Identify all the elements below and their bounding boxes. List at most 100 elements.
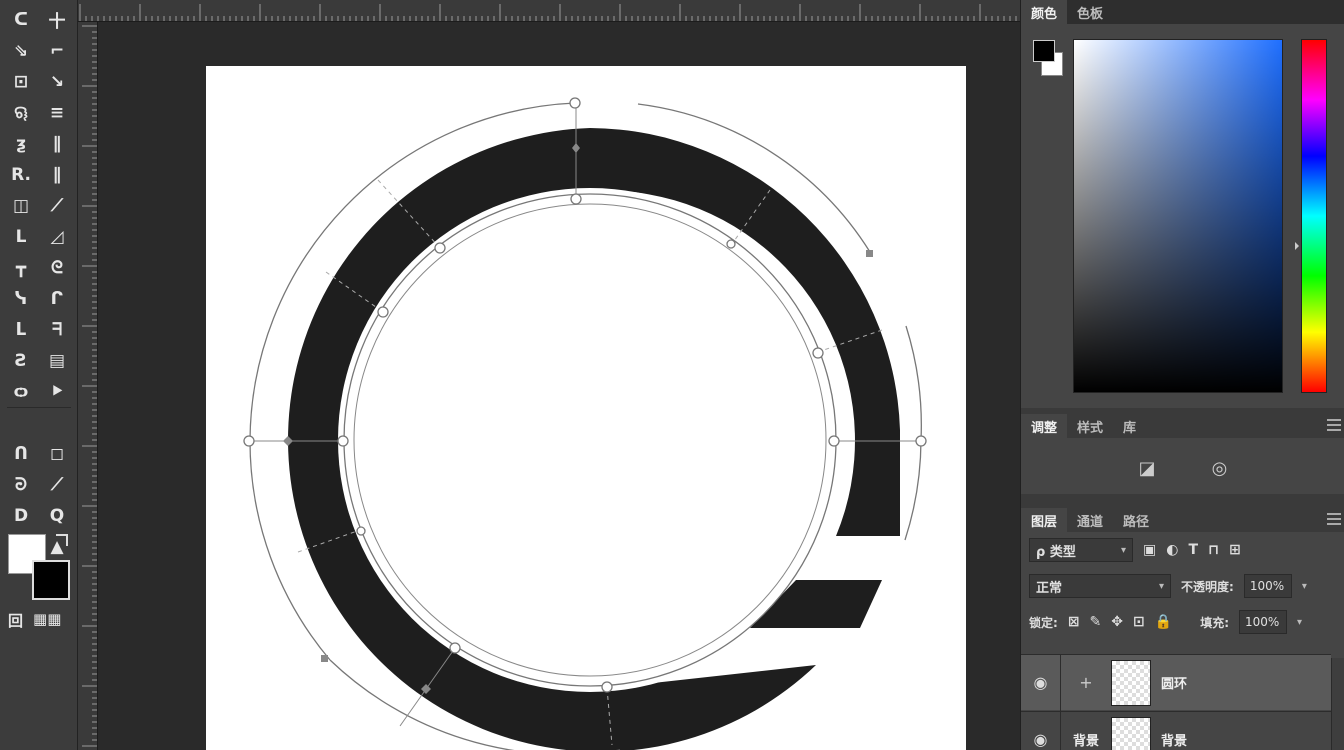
marquee-tool[interactable]: ⊡	[3, 66, 39, 97]
tab-adjustments[interactable]: 调整	[1021, 414, 1068, 438]
anchor-point	[570, 193, 582, 205]
quick-select-tool[interactable]: ୠ	[3, 97, 39, 128]
ellipse-tool[interactable]: ◻	[39, 438, 75, 469]
panel-foreground-swatch[interactable]	[1033, 40, 1055, 62]
fill-dropdown-icon[interactable]: ▾	[1297, 617, 1307, 628]
horizontal-ruler[interactable]	[78, 0, 1020, 22]
pencil-tool[interactable]: ∥	[39, 159, 75, 190]
right-panels: 颜色 色板 调整 样式 库 ◪ ◎ 图层 通道 路径 ρ 类型 ▾ ▣ ◐ T …	[1020, 0, 1344, 750]
eye-icon[interactable]: ◉	[1021, 711, 1061, 750]
layer-name[interactable]: 圆环	[1161, 673, 1187, 692]
color-picker-field[interactable]	[1073, 39, 1283, 393]
tab-channels[interactable]: 通道	[1067, 508, 1113, 532]
path-select-tool[interactable]: ѻ	[3, 376, 39, 407]
brush-tool[interactable]: R.	[3, 159, 39, 190]
ruler-ticks-top	[79, 4, 1017, 21]
anchor-point	[434, 242, 446, 254]
tab-styles[interactable]: 样式	[1067, 414, 1113, 438]
anchor-point	[601, 681, 613, 693]
layer-thumbnail	[1111, 659, 1151, 706]
anchor-point	[243, 435, 255, 447]
tab-layers[interactable]: 图层	[1021, 508, 1068, 532]
rectangle-tool[interactable]: ᑎ	[3, 438, 39, 469]
anchor-point	[377, 306, 389, 318]
gradient-tool[interactable]: ┳	[3, 252, 39, 283]
layers-panel: 图层 通道 路径 ρ 类型 ▣ ◐ T ⊓ ⊞ 正常 不透明度: 100% ▾ …	[1021, 508, 1344, 750]
tab-paths[interactable]: 路径	[1113, 508, 1159, 532]
opacity-dropdown-icon[interactable]: ▾	[1302, 581, 1312, 592]
lock-position-icon[interactable]: ✥	[1111, 614, 1123, 630]
eraser-tool[interactable]: L	[3, 221, 39, 252]
ruler-tool[interactable]: ∥	[39, 128, 75, 159]
layer-name[interactable]: 背景	[1161, 730, 1187, 749]
layers-panel-tabs: 图层 通道 路径	[1021, 508, 1344, 532]
clone-stamp-tool[interactable]: ◫	[3, 190, 39, 221]
zoom-out-tool[interactable]: Q	[39, 500, 75, 531]
lock-artboard-icon[interactable]: ⊡	[1133, 614, 1145, 630]
tab-color[interactable]: 颜色	[1021, 0, 1068, 24]
eyedropper-tool[interactable]: ≡	[39, 97, 75, 128]
link-icon: +	[1079, 673, 1093, 692]
rotate-view-tool[interactable]: ⟋	[39, 469, 75, 500]
opacity-label: 不透明度:	[1181, 579, 1234, 594]
lock-transparency-icon[interactable]: ⊠	[1068, 614, 1080, 630]
filter-smart-object-icon[interactable]: ⊞	[1229, 542, 1241, 558]
anchor-point	[356, 526, 366, 536]
quick-mask-icon[interactable]: 回	[8, 610, 23, 631]
zoom-tool[interactable]: D	[3, 500, 39, 531]
slice-tool[interactable]: ↘	[39, 66, 75, 97]
color-panel: 颜色 色板	[1021, 0, 1344, 408]
lasso-tool[interactable]: ᑕ	[3, 4, 39, 35]
fill-input[interactable]: 100%	[1239, 610, 1287, 634]
ring-artwork[interactable]	[98, 22, 1020, 750]
anchor-point	[449, 642, 461, 654]
ruler-ticks-left	[82, 25, 97, 747]
exposure-icon[interactable]: ◎	[1212, 458, 1228, 479]
swap-colors-icon[interactable]	[56, 534, 68, 546]
panel-menu-icon[interactable]	[1327, 513, 1341, 525]
blur-tool[interactable]: ᘓ	[39, 252, 75, 283]
layers-scrollbar[interactable]	[1331, 658, 1344, 750]
layer-row-background[interactable]: ◉ 背景 背景	[1021, 711, 1331, 750]
pen-tool[interactable]: ᒪ	[3, 314, 39, 345]
lock-image-icon[interactable]: ✎	[1090, 614, 1102, 630]
handle-knob	[866, 250, 873, 257]
eye-icon[interactable]: ◉	[1021, 654, 1061, 711]
layer-filter-select[interactable]: ρ 类型	[1029, 538, 1133, 562]
burn-tool[interactable]: ᒋ	[39, 283, 75, 314]
layer-row-ring[interactable]: ◉ + 圆环	[1021, 654, 1331, 711]
direct-select-tool[interactable]: ⯈	[39, 376, 75, 407]
polygonal-lasso-tool[interactable]: ⇘	[3, 35, 39, 66]
brightness-contrast-icon[interactable]: ◪	[1139, 458, 1156, 479]
filter-adjustment-icon[interactable]: ◐	[1166, 542, 1178, 558]
outer-path-arc-right	[904, 325, 922, 541]
hand-tool[interactable]: ᘒ	[3, 469, 39, 500]
freeform-pen-tool[interactable]: ᖷ	[39, 314, 75, 345]
toolbox-separator	[7, 407, 71, 408]
crop-tool[interactable]: ⌐	[39, 35, 75, 66]
layer-filter-row: ρ 类型 ▣ ◐ T ⊓ ⊞	[1021, 532, 1344, 568]
filter-type-icon[interactable]: T	[1188, 542, 1198, 558]
screen-mode-icon[interactable]: ▦▦	[33, 610, 61, 631]
tab-swatches[interactable]: 色板	[1067, 0, 1113, 24]
background-color-swatch[interactable]	[32, 560, 70, 600]
dodge-tool[interactable]: ᓭ	[3, 283, 39, 314]
spot-heal-tool[interactable]: ƺ	[3, 128, 39, 159]
panel-menu-icon[interactable]	[1327, 419, 1341, 431]
history-brush-tool[interactable]: ⟋	[39, 190, 75, 221]
tab-libraries[interactable]: 库	[1113, 414, 1146, 438]
hue-slider[interactable]	[1301, 39, 1327, 393]
lock-all-icon[interactable]: 🔒	[1155, 614, 1172, 630]
type-tool[interactable]: Ƨ	[3, 345, 39, 376]
vertical-type-tool[interactable]: ▤	[39, 345, 75, 376]
anchor-point	[828, 435, 840, 447]
vertical-ruler[interactable]	[78, 22, 98, 750]
move-tool[interactable]: 十	[39, 4, 75, 35]
filter-pixel-icon[interactable]: ▣	[1143, 542, 1156, 558]
adjustments-panel: 调整 样式 库 ◪ ◎	[1021, 414, 1344, 494]
opacity-input[interactable]: 100%	[1243, 574, 1292, 598]
mode-row: 回 ▦▦	[8, 610, 61, 631]
blend-mode-select[interactable]: 正常	[1029, 574, 1171, 598]
filter-shape-icon[interactable]: ⊓	[1208, 542, 1219, 558]
bg-eraser-tool[interactable]: ◿	[39, 221, 75, 252]
